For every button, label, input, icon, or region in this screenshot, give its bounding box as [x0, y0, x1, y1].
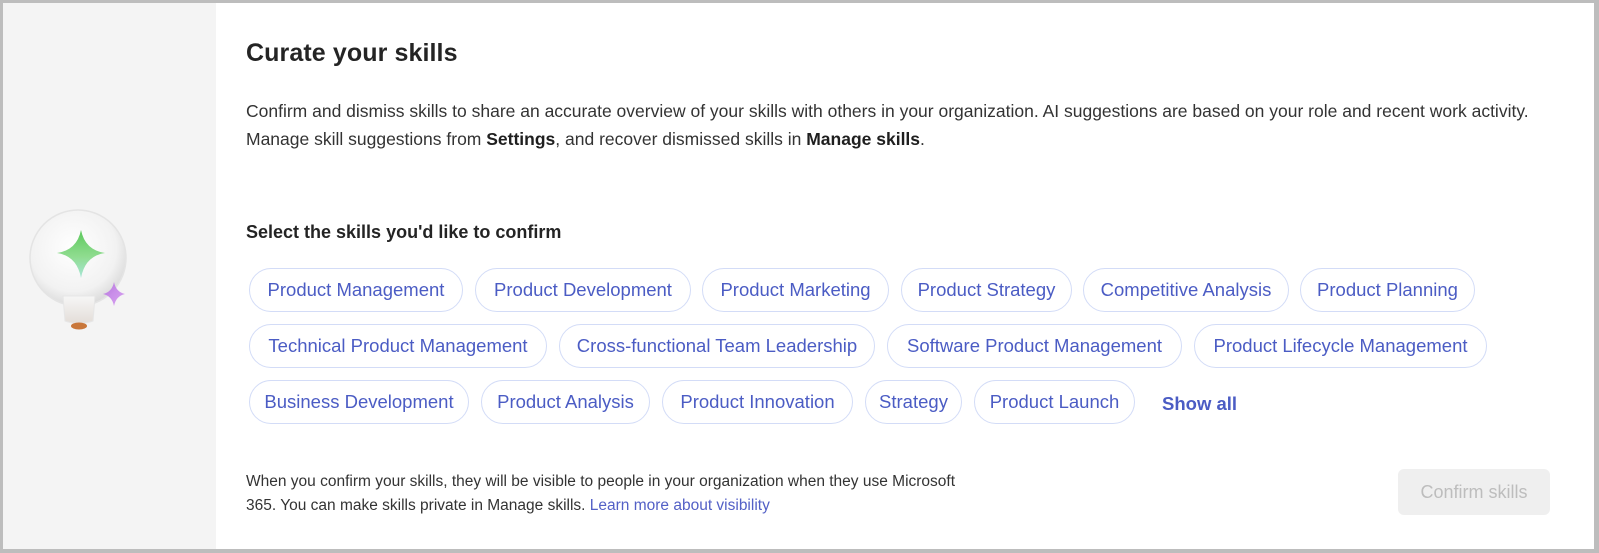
- skill-chip[interactable]: Software Product Management: [887, 324, 1182, 368]
- skill-chip[interactable]: Product Strategy: [901, 268, 1072, 312]
- skill-chip[interactable]: Product Analysis: [481, 380, 650, 424]
- skill-chip[interactable]: Product Innovation: [662, 380, 853, 424]
- skill-chip[interactable]: Product Marketing: [702, 268, 889, 312]
- skill-chip[interactable]: Technical Product Management: [249, 324, 547, 368]
- skill-chip[interactable]: Strategy: [865, 380, 962, 424]
- description-text: .: [920, 129, 925, 149]
- skill-chip[interactable]: Business Development: [249, 380, 469, 424]
- learn-more-visibility-link[interactable]: Learn more about visibility: [590, 497, 770, 514]
- skill-chip[interactable]: Competitive Analysis: [1083, 268, 1289, 312]
- main-content: Curate your skills Confirm and dismiss s…: [246, 3, 1594, 549]
- skill-chip[interactable]: Cross-functional Team Leadership: [559, 324, 875, 368]
- manage-skills-reference: Manage skills: [806, 129, 921, 149]
- description-text: , and recover dismissed skills in: [555, 129, 807, 149]
- skill-chip[interactable]: Product Launch: [974, 380, 1135, 424]
- skill-chip[interactable]: Product Planning: [1300, 268, 1475, 312]
- page-title: Curate your skills: [246, 39, 458, 67]
- lightbulb-sparkle-icon: [29, 209, 127, 330]
- section-label: Select the skills you'd like to confirm: [246, 222, 562, 242]
- confirm-skills-button[interactable]: Confirm skills: [1398, 469, 1550, 515]
- curate-skills-card: Curate your skills Confirm and dismiss s…: [3, 3, 1594, 549]
- show-all-link[interactable]: Show all: [1162, 393, 1237, 415]
- skill-chip[interactable]: Product Lifecycle Management: [1194, 324, 1487, 368]
- settings-reference: Settings: [486, 129, 556, 149]
- skill-chip[interactable]: Product Management: [249, 268, 463, 312]
- visibility-note: When you confirm your skills, they will …: [246, 470, 966, 517]
- skill-chip[interactable]: Product Development: [475, 268, 691, 312]
- page-description: Confirm and dismiss skills to share an a…: [246, 97, 1536, 153]
- illustration-panel: [3, 3, 216, 549]
